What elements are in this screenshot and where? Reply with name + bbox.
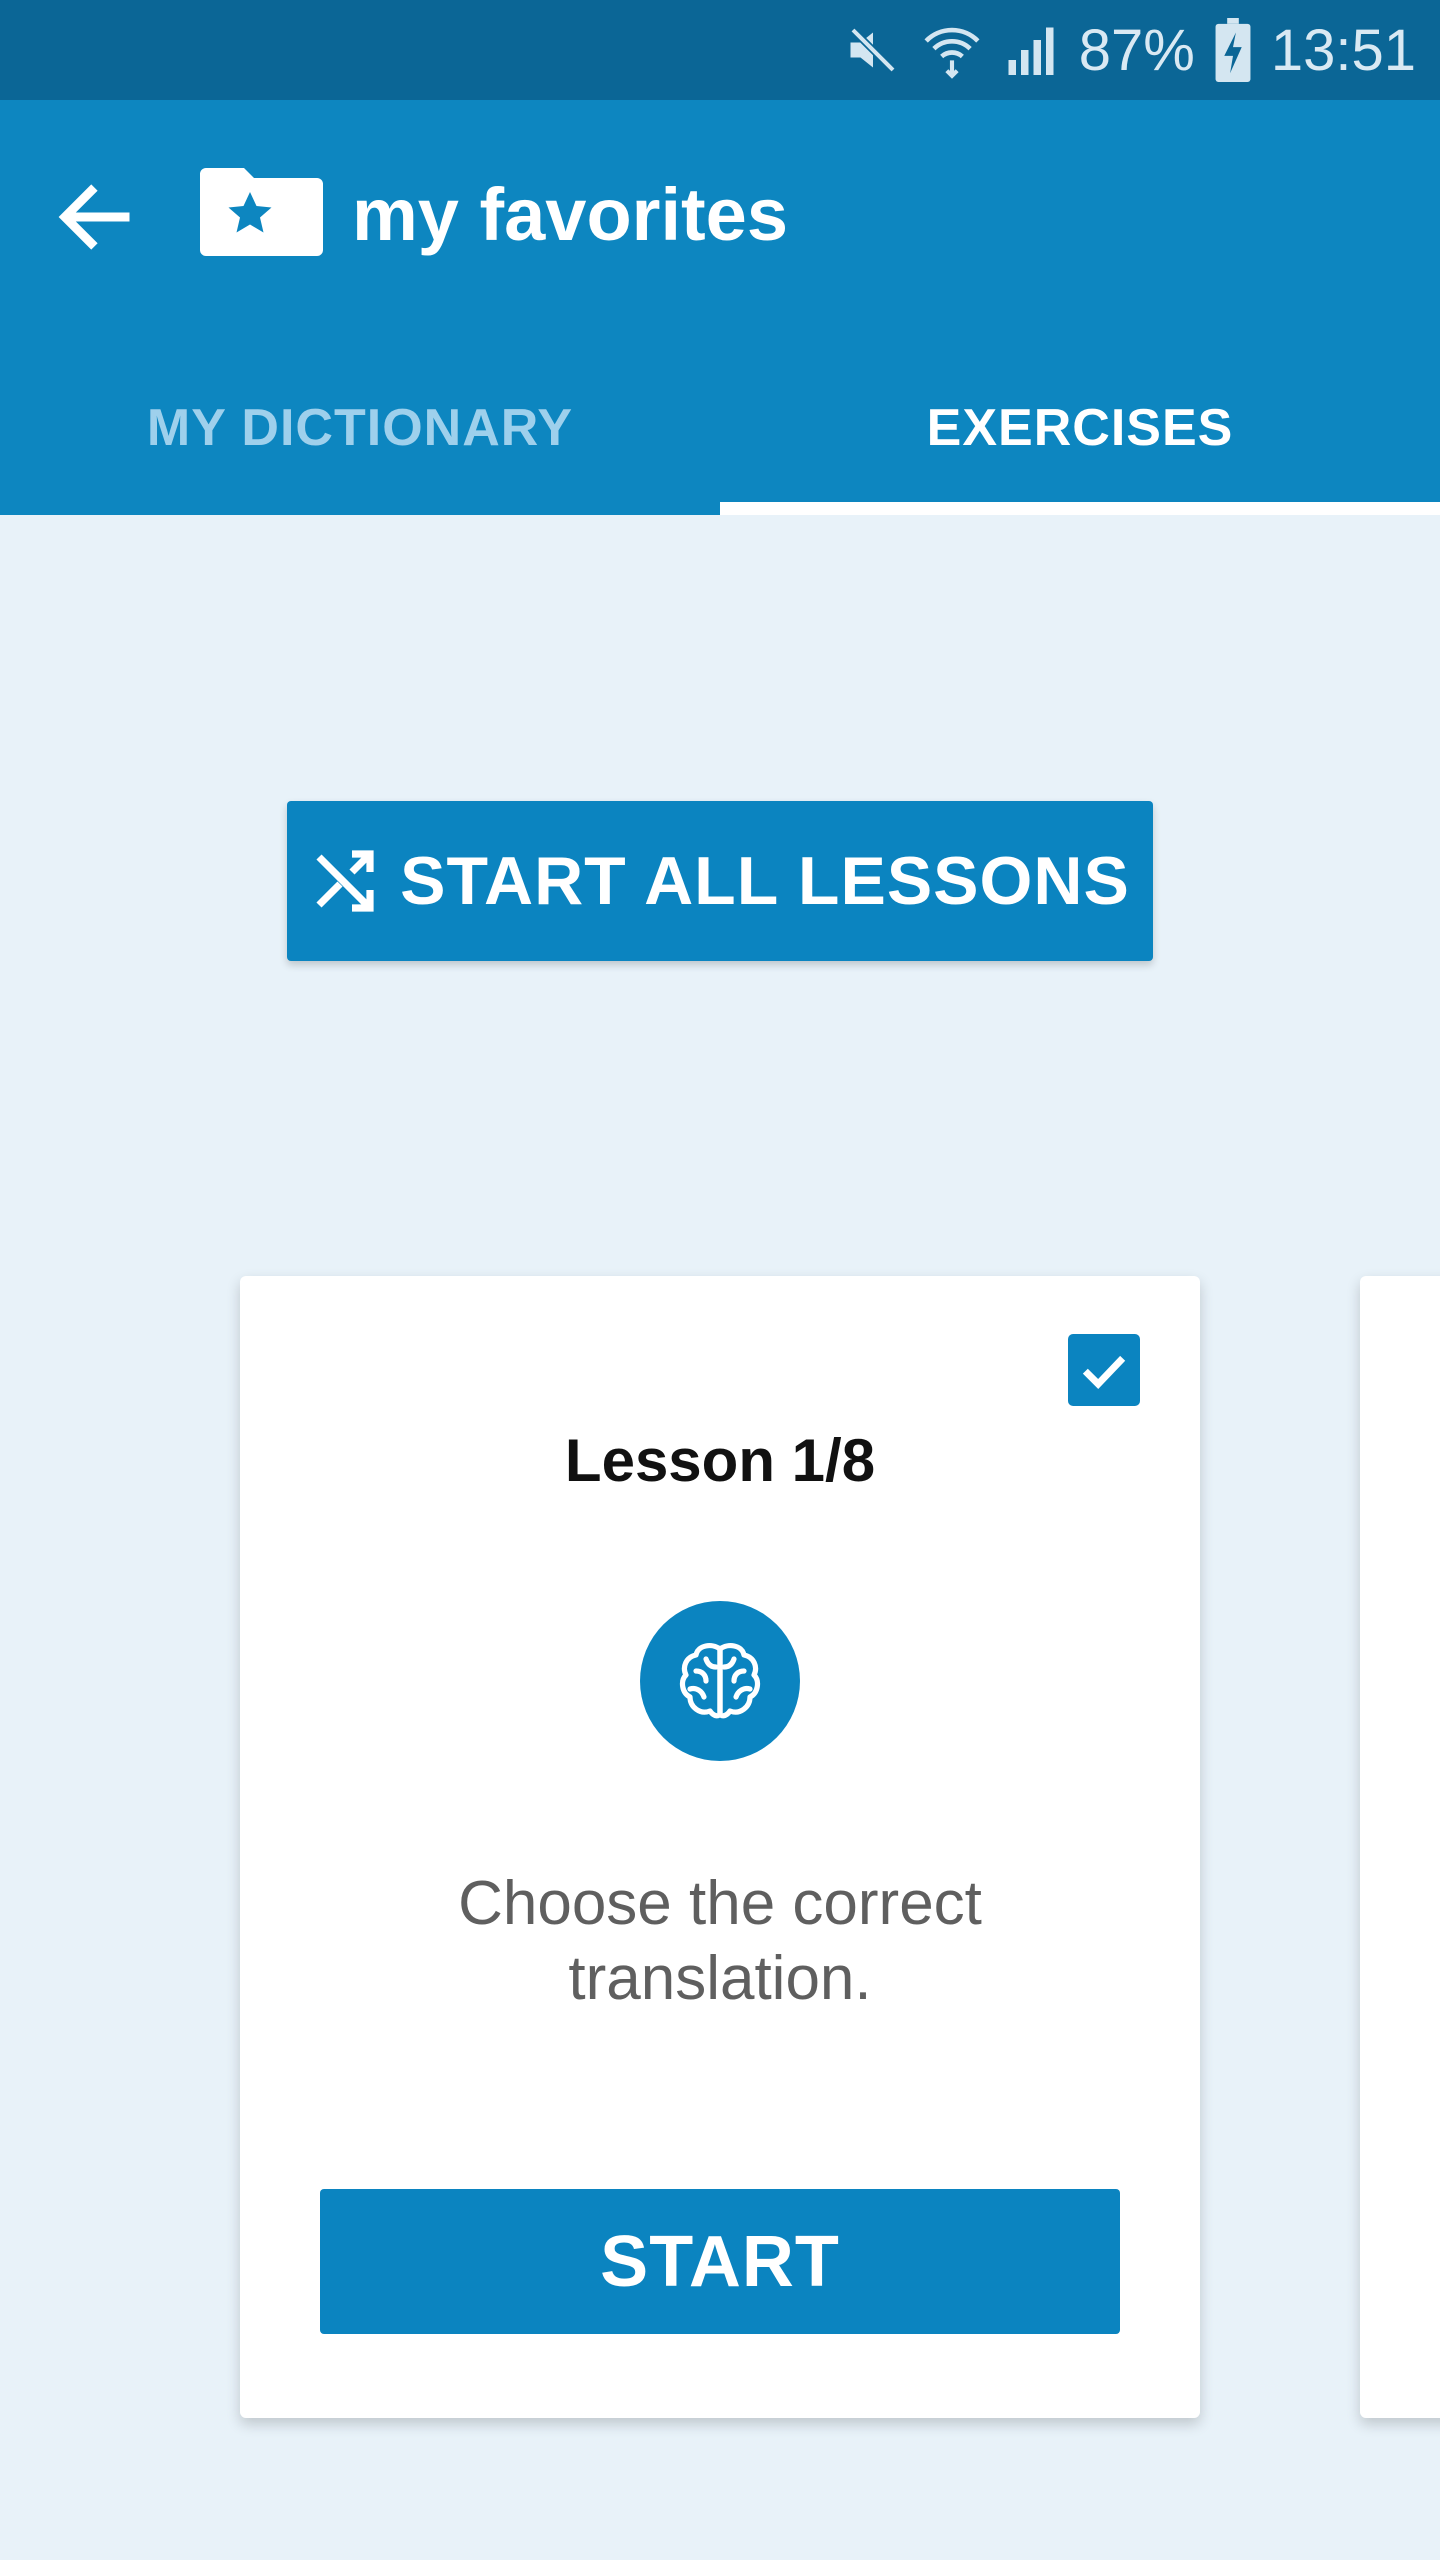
brain-icon [679, 1643, 761, 1719]
lesson-title: Lesson 1/8 [564, 1427, 876, 1494]
lesson-card: Lesson 1/8 Choose the correct translatio… [240, 1276, 1200, 2418]
arrow-left-icon [58, 184, 130, 250]
status-bar: 87% 13:51 [0, 0, 1440, 100]
tab-exercises[interactable]: EXERCISES [720, 370, 1440, 485]
page-title: my favorites [352, 173, 788, 256]
checkmark-icon [1082, 1355, 1126, 1390]
tab-my-dictionary[interactable]: MY DICTIONARY [0, 370, 720, 485]
battery-charging-icon [1215, 18, 1251, 82]
mute-icon [850, 27, 896, 73]
lesson-checkbox[interactable] [1068, 1334, 1140, 1406]
next-lesson-card[interactable] [1360, 1276, 1440, 2418]
app-bar: my favorites MY DICTIONARY EXERCISES [0, 100, 1440, 515]
status-icons: 87% 13:51 [843, 0, 1416, 100]
folder-star-icon [200, 160, 325, 260]
start-all-lessons-button[interactable]: START ALL LESSONS [287, 801, 1153, 961]
wifi-icon [924, 27, 980, 79]
battery-percent: 87% [1078, 17, 1195, 83]
clock: 13:51 [1270, 17, 1416, 83]
lesson-description: Choose the correct translation. [458, 1869, 982, 2013]
back-button[interactable] [50, 172, 140, 262]
brain-icon-badge [640, 1601, 800, 1761]
shuffle-icon [316, 850, 374, 912]
start-lesson-button[interactable]: START [320, 2189, 1120, 2334]
signal-icon [1008, 27, 1054, 75]
tab-indicator [720, 502, 1440, 515]
start-all-lessons-label: START ALL LESSONS [400, 843, 1130, 919]
